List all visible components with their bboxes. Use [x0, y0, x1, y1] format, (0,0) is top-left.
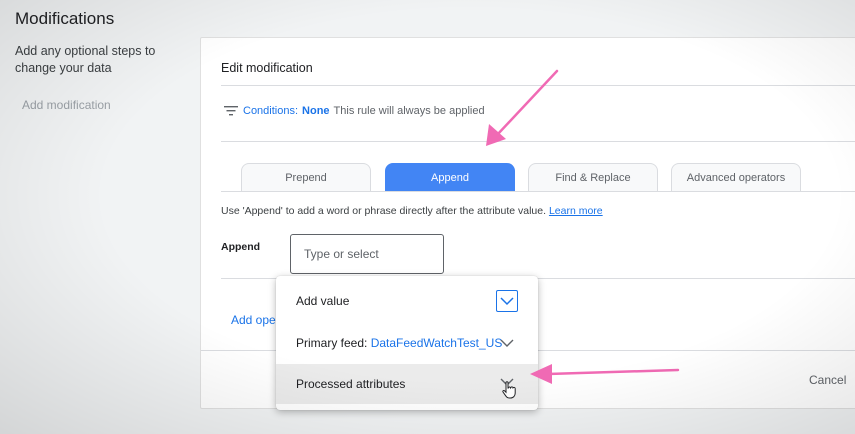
annotation-arrow-bottom — [530, 364, 680, 384]
annotation-arrow-top — [486, 69, 559, 146]
annotation-arrows — [486, 69, 680, 384]
